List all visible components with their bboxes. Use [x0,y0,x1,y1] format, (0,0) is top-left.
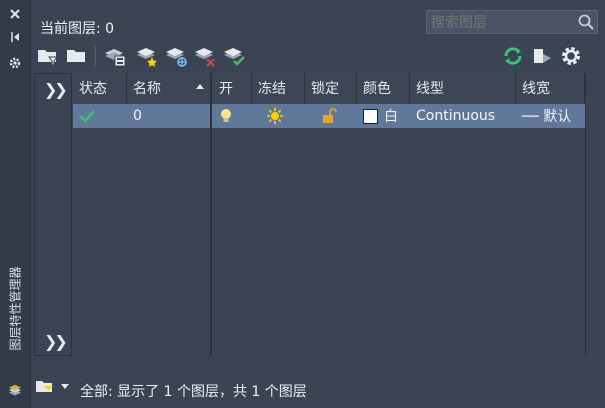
palette-side-bar: 图层特性管理器 [0,0,31,408]
col-header-name[interactable]: 名称 [127,73,211,103]
delete-layer-icon[interactable] [193,44,217,68]
col-header-color[interactable]: 颜色 [357,73,410,103]
sort-ascending-icon [196,84,204,89]
layer-color-cell[interactable]: 白 [357,104,410,128]
col-header-linetype[interactable]: 线型 [410,73,516,103]
settings-gear-icon[interactable] [559,44,583,68]
color-name: 白 [384,109,398,125]
table-row[interactable]: 0 白 Continuous ── 默认 [73,104,585,128]
lightbulb-on-icon [221,109,231,122]
layer-linetype-cell[interactable]: Continuous [410,104,516,128]
expand-filter-tree-icon[interactable]: ❯❯ [44,80,68,99]
filter-tree-panel[interactable]: ❯❯ ❯❯ [34,73,72,356]
layer-search-box[interactable] [426,10,598,35]
sun-thawed-icon [267,108,283,124]
set-current-icon[interactable] [222,44,246,68]
layer-states-manager-icon[interactable] [103,44,127,68]
properties-gear-icon[interactable] [7,55,23,71]
col-header-status[interactable]: 状态 [73,73,127,103]
expand-filter-tree-bottom-icon[interactable]: ❯❯ [44,332,68,351]
horizontal-scroll-area [585,73,599,356]
new-group-filter-icon[interactable] [64,44,88,68]
col-header-on[interactable]: 开 [213,73,252,103]
current-layer-label: 当前图层: 0 [40,21,115,37]
col-header-lineweight[interactable]: 线宽 [516,73,585,103]
layer-name-cell[interactable]: 0 [127,104,211,128]
layer-on-cell[interactable] [213,104,252,128]
col-header-lock[interactable]: 锁定 [305,73,357,103]
refresh-icon[interactable] [501,44,525,68]
new-layer-vp-frozen-icon[interactable] [164,44,188,68]
status-text: 全部: 显示了 1 个图层，共 1 个图层 [80,384,307,400]
palette-title: 图层特性管理器 [4,248,26,368]
col-header-name-label: 名称 [133,81,161,97]
auto-hide-icon[interactable] [7,29,23,45]
toolbar-separator [95,46,96,66]
search-icon[interactable] [577,13,595,35]
new-property-filter-icon[interactable] [36,44,60,68]
current-layer-check-icon [79,110,95,123]
close-icon[interactable] [7,6,23,22]
layer-search-input[interactable] [427,11,583,35]
layer-freeze-cell[interactable] [252,104,305,128]
layer-status-cell[interactable] [73,104,127,128]
palette-title-text: 图层特性管理器 [8,265,23,351]
unlock-icon [323,108,337,123]
frozen-column-divider [210,73,212,356]
color-swatch [363,108,378,124]
new-layer-icon[interactable] [135,44,159,68]
col-header-freeze[interactable]: 冻结 [252,73,305,103]
layer-list-grid[interactable]: 状态 名称 开 冻结 锁定 颜色 线型 线宽 0 白 Continuous ──… [73,73,598,356]
layer-lineweight-cell[interactable]: ── 默认 [516,104,585,128]
layer-lock-cell[interactable] [305,104,357,128]
layer-translator-icon[interactable] [530,44,554,68]
layer-panel-icon [7,383,23,399]
filter-dropdown-icon[interactable] [35,377,71,399]
